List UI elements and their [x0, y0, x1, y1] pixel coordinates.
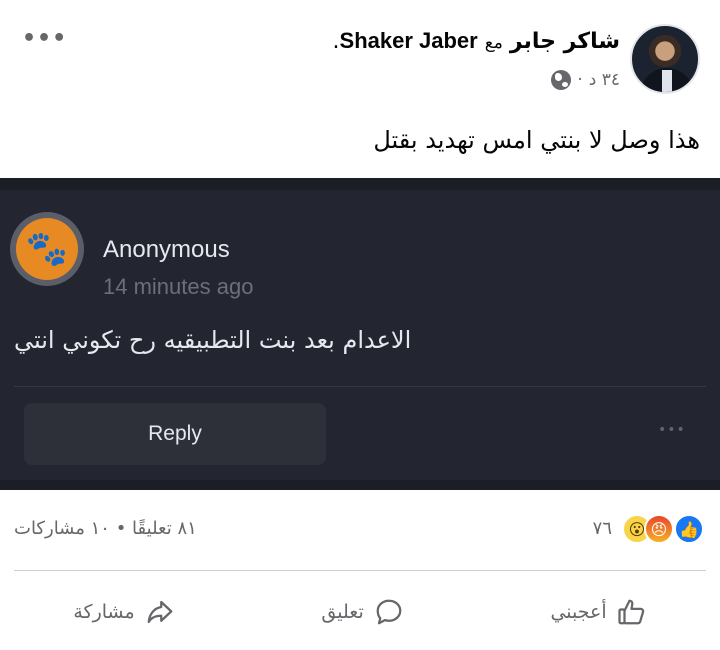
action-bar: أعجبني تعليق مشاركة — [0, 582, 720, 642]
comment-icon — [376, 599, 402, 625]
more-options-icon[interactable]: ••• — [22, 26, 67, 51]
angry-reaction-icon: 😠 — [644, 514, 674, 544]
paw-icon: 🐾 — [16, 218, 78, 280]
thumbs-up-icon — [618, 599, 644, 625]
author-avatar[interactable] — [630, 24, 700, 94]
reply-button: Reply — [24, 403, 326, 465]
like-button[interactable]: أعجبني — [530, 589, 666, 635]
share-button[interactable]: مشاركة — [53, 589, 194, 635]
like-reaction-icon: 👍 — [674, 514, 704, 544]
share-count[interactable]: ١٠ مشاركات — [14, 518, 110, 539]
author-line: شاكر جابر مع Shaker Jaber. — [333, 28, 620, 54]
comment-button[interactable]: تعليق — [301, 589, 423, 635]
post-meta: ٣٤ د · — [551, 70, 620, 90]
reaction-icons[interactable]: 👍 😠 😮 — [622, 514, 704, 544]
share-icon — [147, 600, 173, 624]
like-label: أعجبني — [550, 601, 607, 623]
comment-text: الاعدام بعد بنت التطبيقيه رح تكوني انتي — [14, 326, 412, 354]
globe-icon[interactable] — [551, 70, 572, 90]
meta-dot: · — [577, 70, 583, 90]
actions-divider — [14, 570, 706, 571]
comment-label: تعليق — [321, 601, 364, 623]
post-stats: 👍 😠 😮 ٧٦ ٨١ تعليقًا • ١٠ مشاركات — [0, 508, 720, 552]
share-label: مشاركة — [73, 601, 135, 623]
tagged-name[interactable]: Shaker Jaber — [340, 28, 478, 53]
anonymous-avatar: 🐾 — [10, 212, 84, 286]
post-header: شاكر جابر مع Shaker Jaber. ٣٤ د · ••• — [0, 0, 720, 120]
post-time[interactable]: ٣٤ د — [589, 70, 620, 90]
comment-time: 14 minutes ago — [103, 274, 254, 299]
reaction-count[interactable]: ٧٦ — [593, 518, 612, 539]
counts-separator: • — [115, 518, 127, 539]
comment-count[interactable]: ٨١ تعليقًا — [132, 518, 197, 539]
avatar-shirt — [662, 70, 672, 92]
card-divider — [14, 386, 706, 387]
comment-card: 🐾 Anonymous 14 minutes ago الاعدام بعد ب… — [0, 190, 720, 480]
comment-share-counts: ٨١ تعليقًا • ١٠ مشاركات — [14, 518, 197, 539]
tag-suffix: . — [332, 29, 340, 54]
card-more-icon: ••• — [658, 422, 686, 438]
with-word: مع — [484, 33, 503, 53]
author-name[interactable]: شاكر جابر — [510, 29, 620, 54]
shared-screenshot[interactable]: 🐾 Anonymous 14 minutes ago الاعدام بعد ب… — [0, 178, 720, 490]
post-text: هذا وصل لا بنتي امس تهديد بقتل — [373, 126, 700, 154]
anonymous-name: Anonymous — [103, 236, 230, 263]
